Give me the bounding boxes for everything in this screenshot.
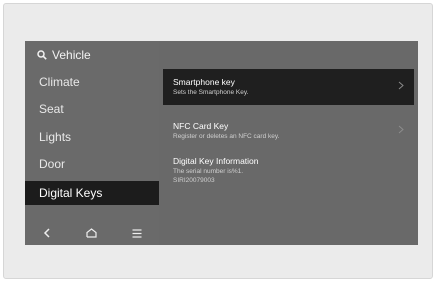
item-title: Smartphone key <box>173 77 235 87</box>
search-label: Vehicle <box>52 48 91 62</box>
back-icon <box>44 228 50 238</box>
serial-number: SIRI20079003 <box>173 177 215 184</box>
item-subtitle: Sets the Smartphone Key. <box>173 89 249 96</box>
chevron-right-icon <box>398 81 404 90</box>
bottom-nav <box>25 221 159 245</box>
search-icon <box>37 50 47 60</box>
menu-button[interactable] <box>122 223 152 243</box>
item-subtitle: The serial number is%1. <box>173 168 244 175</box>
home-icon <box>86 228 98 238</box>
sidebar-item-digital-keys[interactable]: Digital Keys <box>25 181 159 205</box>
sidebar: Vehicle Climate Seat Lights Door Digital… <box>25 41 159 245</box>
home-button[interactable] <box>77 223 107 243</box>
sidebar-item-lights[interactable]: Lights <box>25 125 159 149</box>
vehicle-search[interactable]: Vehicle <box>37 46 91 64</box>
sidebar-item-label: Door <box>39 157 66 171</box>
item-subtitle: Register or deletes an NFC card key. <box>173 133 280 140</box>
digital-keys-panel: Smartphone key Sets the Smartphone Key. … <box>163 69 414 194</box>
item-title: Digital Key Information <box>173 156 259 166</box>
digital-key-information-item[interactable]: Digital Key Information The serial numbe… <box>163 150 414 194</box>
sidebar-item-label: Seat <box>39 102 64 116</box>
sidebar-item-label: Lights <box>39 130 72 144</box>
sidebar-item-label: Digital Keys <box>39 186 103 200</box>
smartphone-key-item[interactable]: Smartphone key Sets the Smartphone Key. <box>163 69 414 105</box>
chevron-right-icon <box>398 125 404 134</box>
sidebar-item-seat[interactable]: Seat <box>25 97 159 121</box>
back-button[interactable] <box>32 223 62 243</box>
sidebar-item-label: Climate <box>39 75 80 89</box>
menu-icon <box>132 228 142 238</box>
infotainment-screen: Vehicle Climate Seat Lights Door Digital… <box>25 41 418 245</box>
sidebar-item-climate[interactable]: Climate <box>25 70 159 94</box>
item-title: NFC Card Key <box>173 121 229 131</box>
sidebar-item-door[interactable]: Door <box>25 152 159 176</box>
nfc-card-key-item[interactable]: NFC Card Key Register or deletes an NFC … <box>163 113 414 149</box>
